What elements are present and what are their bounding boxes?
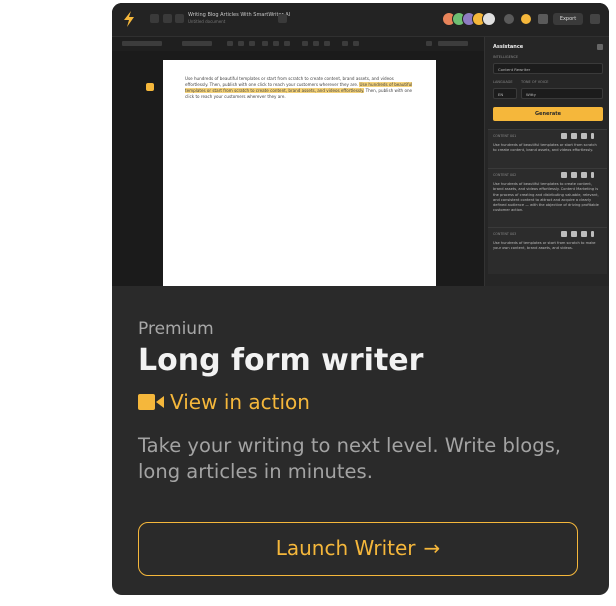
launch-writer-button[interactable]: Launch Writer → <box>138 522 578 576</box>
result-card[interactable]: CONTENT 002 Use hundreds of beautiful te… <box>488 168 607 227</box>
result-text: Use hundreds of templates or start from … <box>493 241 596 251</box>
section-label: INTELLIGENCE <box>493 55 519 59</box>
quote-icon[interactable] <box>324 41 330 46</box>
copy-icon[interactable] <box>561 133 567 139</box>
document-subtitle: Untitled document <box>188 19 226 24</box>
tone-label: TONE OF VOICE <box>521 80 549 84</box>
link-icon[interactable] <box>302 41 308 46</box>
search-icon[interactable] <box>426 41 432 46</box>
assistance-panel: Assistance INTELLIGENCE Content Rewriter… <box>484 37 609 286</box>
align-center-icon[interactable] <box>273 41 279 46</box>
app-logo-icon <box>124 11 134 27</box>
menu-icon[interactable] <box>590 14 600 24</box>
image-icon[interactable] <box>313 41 319 46</box>
result-text: Use hundreds of beautiful templates or s… <box>493 143 597 153</box>
style-dropdown[interactable] <box>122 41 162 46</box>
tier-label: Premium <box>138 319 214 339</box>
more-icon[interactable] <box>591 133 594 139</box>
document-page[interactable]: Use hundreds of beautiful templates or s… <box>163 60 436 286</box>
zoom-dropdown[interactable] <box>438 41 468 46</box>
star-icon[interactable] <box>278 14 287 23</box>
panel-title: Assistance <box>493 44 524 50</box>
code-icon[interactable] <box>342 41 348 46</box>
language-select[interactable]: EN <box>493 88 517 99</box>
feature-card: Writing Blog Articles With SmartWriter A… <box>112 3 609 595</box>
align-left-icon[interactable] <box>262 41 268 46</box>
more-icon[interactable] <box>591 172 594 178</box>
export-button[interactable]: Export <box>553 13 583 25</box>
delete-icon[interactable] <box>581 133 587 139</box>
document-title[interactable]: Writing Blog Articles With SmartWriter A… <box>188 12 290 18</box>
bold-icon[interactable] <box>227 41 233 46</box>
video-link-label[interactable]: View in action <box>170 390 310 414</box>
delete-icon[interactable] <box>581 231 587 237</box>
document-body[interactable]: Use hundreds of beautiful templates or s… <box>185 76 413 100</box>
table-icon[interactable] <box>353 41 359 46</box>
avatar <box>482 12 496 26</box>
card-title: Long form writer <box>138 343 424 378</box>
language-label: LANGUAGE <box>493 80 513 84</box>
result-card[interactable]: CONTENT 003 Use hundreds of templates or… <box>488 227 607 274</box>
video-camera-icon <box>138 394 164 410</box>
card-description: Take your writing to next level. Write b… <box>138 434 561 483</box>
result-card[interactable]: CONTENT 001 Use hundreds of beautiful te… <box>488 129 607 168</box>
copy-icon[interactable] <box>561 172 567 178</box>
editor-toolbar <box>112 37 484 51</box>
pin-icon[interactable] <box>571 133 577 139</box>
redo-button[interactable] <box>175 14 184 23</box>
card-info: Premium Long form writer View in action … <box>112 286 609 595</box>
copy-icon[interactable] <box>561 231 567 237</box>
share-icon[interactable] <box>538 14 548 24</box>
result-head: CONTENT 002 <box>493 173 517 177</box>
pin-icon[interactable] <box>571 172 577 178</box>
launch-button-label: Launch Writer <box>275 536 416 560</box>
app-preview-screenshot: Writing Blog Articles With SmartWriter A… <box>112 3 609 286</box>
pin-icon[interactable] <box>571 231 577 237</box>
back-button[interactable] <box>150 14 159 23</box>
list-icon[interactable] <box>284 41 290 46</box>
result-head: CONTENT 003 <box>493 232 517 236</box>
result-head: CONTENT 001 <box>493 134 517 138</box>
font-dropdown[interactable] <box>182 41 212 46</box>
tone-select[interactable]: Witty <box>521 88 603 99</box>
arrow-right-icon: → <box>423 536 441 560</box>
underline-icon[interactable] <box>249 41 255 46</box>
chat-icon[interactable] <box>521 14 531 24</box>
close-icon[interactable] <box>597 44 603 50</box>
generate-button[interactable]: Generate <box>493 107 603 121</box>
ai-suggestion-icon[interactable] <box>146 83 154 91</box>
delete-icon[interactable] <box>581 172 587 178</box>
mode-select[interactable]: Content Rewriter <box>493 63 603 74</box>
undo-button[interactable] <box>163 14 172 23</box>
more-icon[interactable] <box>591 231 594 237</box>
italic-icon[interactable] <box>238 41 244 46</box>
add-user-icon[interactable] <box>504 14 514 24</box>
app-topbar: Writing Blog Articles With SmartWriter A… <box>112 3 609 37</box>
result-text: Use hundreds of beautiful templates to c… <box>493 182 599 213</box>
